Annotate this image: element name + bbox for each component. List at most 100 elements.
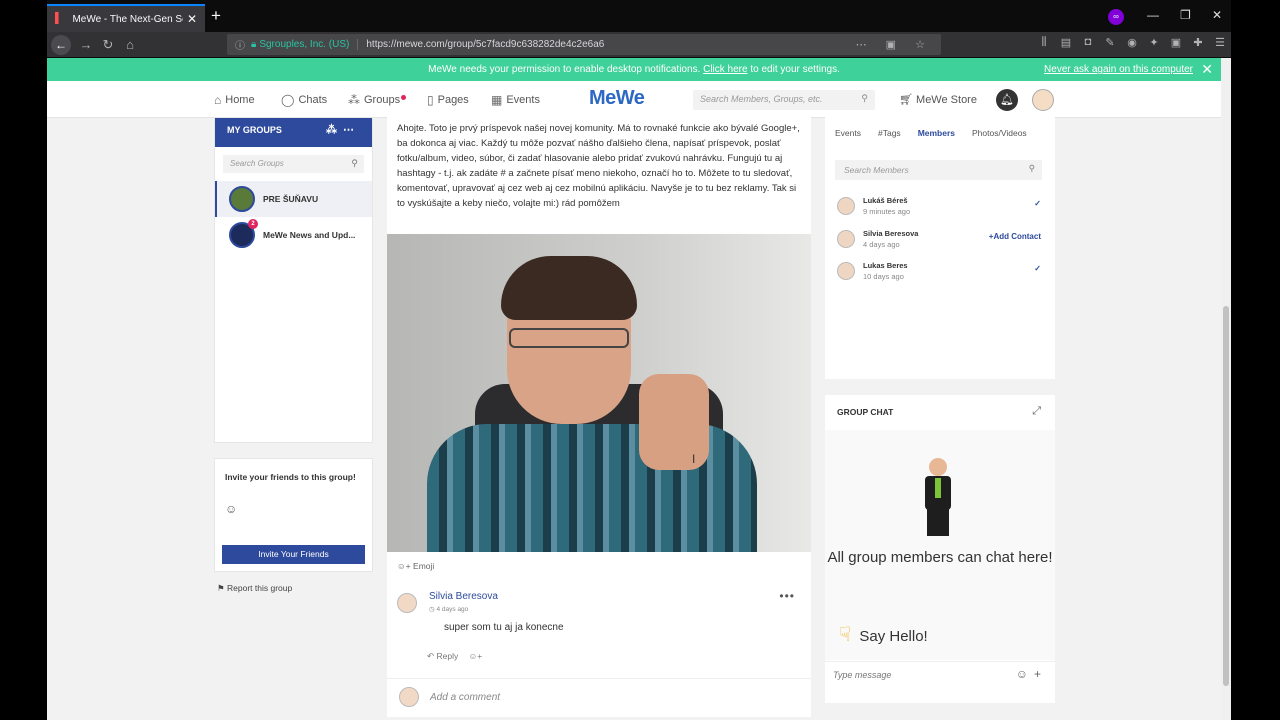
info-icon[interactable]: ⓘ [235,37,245,52]
nav-home[interactable]: ⌂ Home [214,93,255,107]
nav-groups[interactable]: ⁂ Groups [348,93,407,107]
save-icon[interactable]: ▣ [1165,36,1187,49]
home-icon[interactable]: ⌂ [119,37,141,52]
page-actions-icon[interactable]: ⋯ ▣ ☆ [856,38,933,51]
contact-check-icon: ✓ [1034,264,1041,273]
close-window-icon[interactable]: ✕ [1212,8,1222,22]
tab-members[interactable]: Members [918,128,955,138]
add-comment-row: Add a comment [387,678,811,715]
post-photo[interactable] [387,234,811,552]
member-search-input[interactable]: Search Members ⚲ [835,160,1042,180]
add-group-icon[interactable]: ⁂ [326,124,343,136]
smiley-icon: ☺ [225,502,238,516]
clock-icon: ◷ [429,606,435,613]
say-hello[interactable]: ☟ Say Hello! [839,622,928,647]
commenter-name[interactable]: Silvia Beresova [429,591,498,602]
store-link[interactable]: 🛒︎ MeWe Store [899,93,977,106]
mewe-favicon-icon: ▌ [55,13,63,24]
invite-friends-button[interactable]: Invite Your Friends [222,545,365,564]
site-search-input[interactable]: Search Members, Groups, etc. ⚲ [693,90,875,110]
extension-icon[interactable]: ◘ [1077,36,1099,49]
member-name[interactable]: Silvia Beresova [863,229,918,238]
member-name[interactable]: Lukas Beres [863,261,908,270]
emoji-reaction-button[interactable]: ☺+ Emoji [397,561,434,571]
group-chat-header: GROUP CHAT ⤢ [825,395,1055,430]
extension3-icon[interactable]: ✦ [1143,36,1165,49]
member-avatar[interactable] [837,262,855,280]
group-item[interactable]: PRE ŠUŇAVU [215,181,372,217]
emoji-icon[interactable]: ☺ [1016,667,1034,681]
toolbar-extensions: ⫼ ▤ ◘ ✎ ◉ ✦ ▣ ✚ ☰ [1033,36,1231,49]
notification-link[interactable]: Click here [703,64,747,75]
tab-strip: ▌ MeWe - The Next-Gen Social N ✕ + ∞ — ❐… [47,0,1231,32]
site-header: ⌂ Home ◯ Chats ⁂ Groups ▯ Pages ▦ Events… [47,81,1221,118]
comment-actions: ↶ Reply ☺+ [427,651,482,662]
page-scrollbar[interactable] [1221,58,1231,720]
member-row: Lukáš Béreš 9 minutes ago ✓ [837,195,1043,219]
nav-chats-label: Chats [298,94,328,106]
chat-body: All group members can chat here! ☟ Say H… [825,430,1055,660]
url-text[interactable]: https://mewe.com/group/5c7facd9c638282de… [366,39,604,50]
tab-events[interactable]: Events [835,128,861,138]
report-group-link[interactable]: ⚑ Report this group [217,583,292,594]
add-contact-button[interactable]: +Add Contact [989,232,1041,241]
tab-photos-videos[interactable]: Photos/Videos [972,128,1027,138]
nav-pages[interactable]: ▯ Pages [427,93,469,107]
tab-tags[interactable]: #Tags [878,128,901,138]
more-icon[interactable]: ⋯ [343,124,360,136]
contact-check-icon: ✓ [1034,199,1041,208]
menu-icon[interactable]: ☰ [1209,36,1231,49]
close-tab-icon[interactable]: ✕ [187,12,197,26]
invite-title: Invite your friends to this group! [225,472,356,482]
member-search-placeholder: Search Members [844,165,909,175]
forward-icon[interactable]: → [75,37,97,52]
member-name[interactable]: Lukáš Béreš [863,196,908,205]
attach-plus-icon[interactable]: + [1034,667,1047,681]
group-chat-title: GROUP CHAT [837,407,894,417]
add-comment-input[interactable]: Add a comment [430,692,500,703]
expand-icon[interactable]: ⤢ [1032,405,1041,418]
group-search-placeholder: Search Groups [230,159,284,168]
comment-text: super som tu aj ja konecne [444,622,564,633]
back-icon[interactable]: ← [51,34,71,55]
search-icon[interactable]: ⚲ [861,93,868,104]
nav-events[interactable]: ▦ Events [491,93,540,107]
extension2-icon[interactable]: ◉ [1121,36,1143,49]
reply-button[interactable]: Reply [437,651,459,661]
commenter-avatar[interactable] [397,593,417,613]
browser-tab[interactable]: ▌ MeWe - The Next-Gen Social N ✕ [47,4,205,32]
restore-icon[interactable]: ❐ [1180,8,1191,22]
chat-message-input[interactable]: Type message ☺+ [825,661,1055,689]
page: ⌂ Home ◯ Chats ⁂ Groups ▯ Pages ▦ Events… [47,81,1221,720]
notification-text: MeWe needs your permission to enable des… [428,64,701,75]
library-icon[interactable]: ⫼ [1033,36,1055,49]
reload-icon[interactable]: ↻ [97,37,119,53]
mewe-logo[interactable]: MeWe [589,87,645,110]
add-emoji-icon[interactable]: ☺+ [469,651,483,661]
group-item[interactable]: 2 MeWe News and Upd... [215,217,372,253]
unread-badge: 2 [248,219,258,229]
url-bar[interactable]: ⓘ 🔒︎ Sgrouples, Inc. (US) https://mewe.c… [227,34,941,55]
sidebar-icon[interactable]: ▤ [1055,36,1077,49]
extension4-icon[interactable]: ✚ [1187,36,1209,49]
comment-more-icon[interactable]: ••• [779,589,795,603]
minimize-icon[interactable]: — [1147,8,1159,22]
nav-pages-label: Pages [437,94,469,106]
invite-panel: Invite your friends to this group! ☺ Inv… [214,458,373,572]
site-identity[interactable]: Sgrouples, Inc. (US) [259,39,359,50]
pen-icon[interactable]: ✎ [1099,36,1121,49]
notifications-bell-icon[interactable]: 🔔︎ [996,89,1018,111]
member-avatar[interactable] [837,197,855,215]
search-icon[interactable]: ⚲ [1029,163,1035,174]
search-icon[interactable]: ⚲ [351,158,358,169]
group-avatar [229,186,255,212]
group-search-input[interactable]: Search Groups ⚲ [223,155,364,173]
member-avatar[interactable] [837,230,855,248]
never-ask-link[interactable]: Never ask again on this computer [1044,58,1193,81]
close-banner-icon[interactable]: ✕ [1201,58,1213,81]
new-tab-icon[interactable]: + [211,6,221,26]
scrollbar-thumb[interactable] [1223,306,1229,686]
user-avatar[interactable] [1032,89,1054,111]
nav-chats[interactable]: ◯ Chats [281,93,327,107]
groups-notification-dot [401,94,407,100]
